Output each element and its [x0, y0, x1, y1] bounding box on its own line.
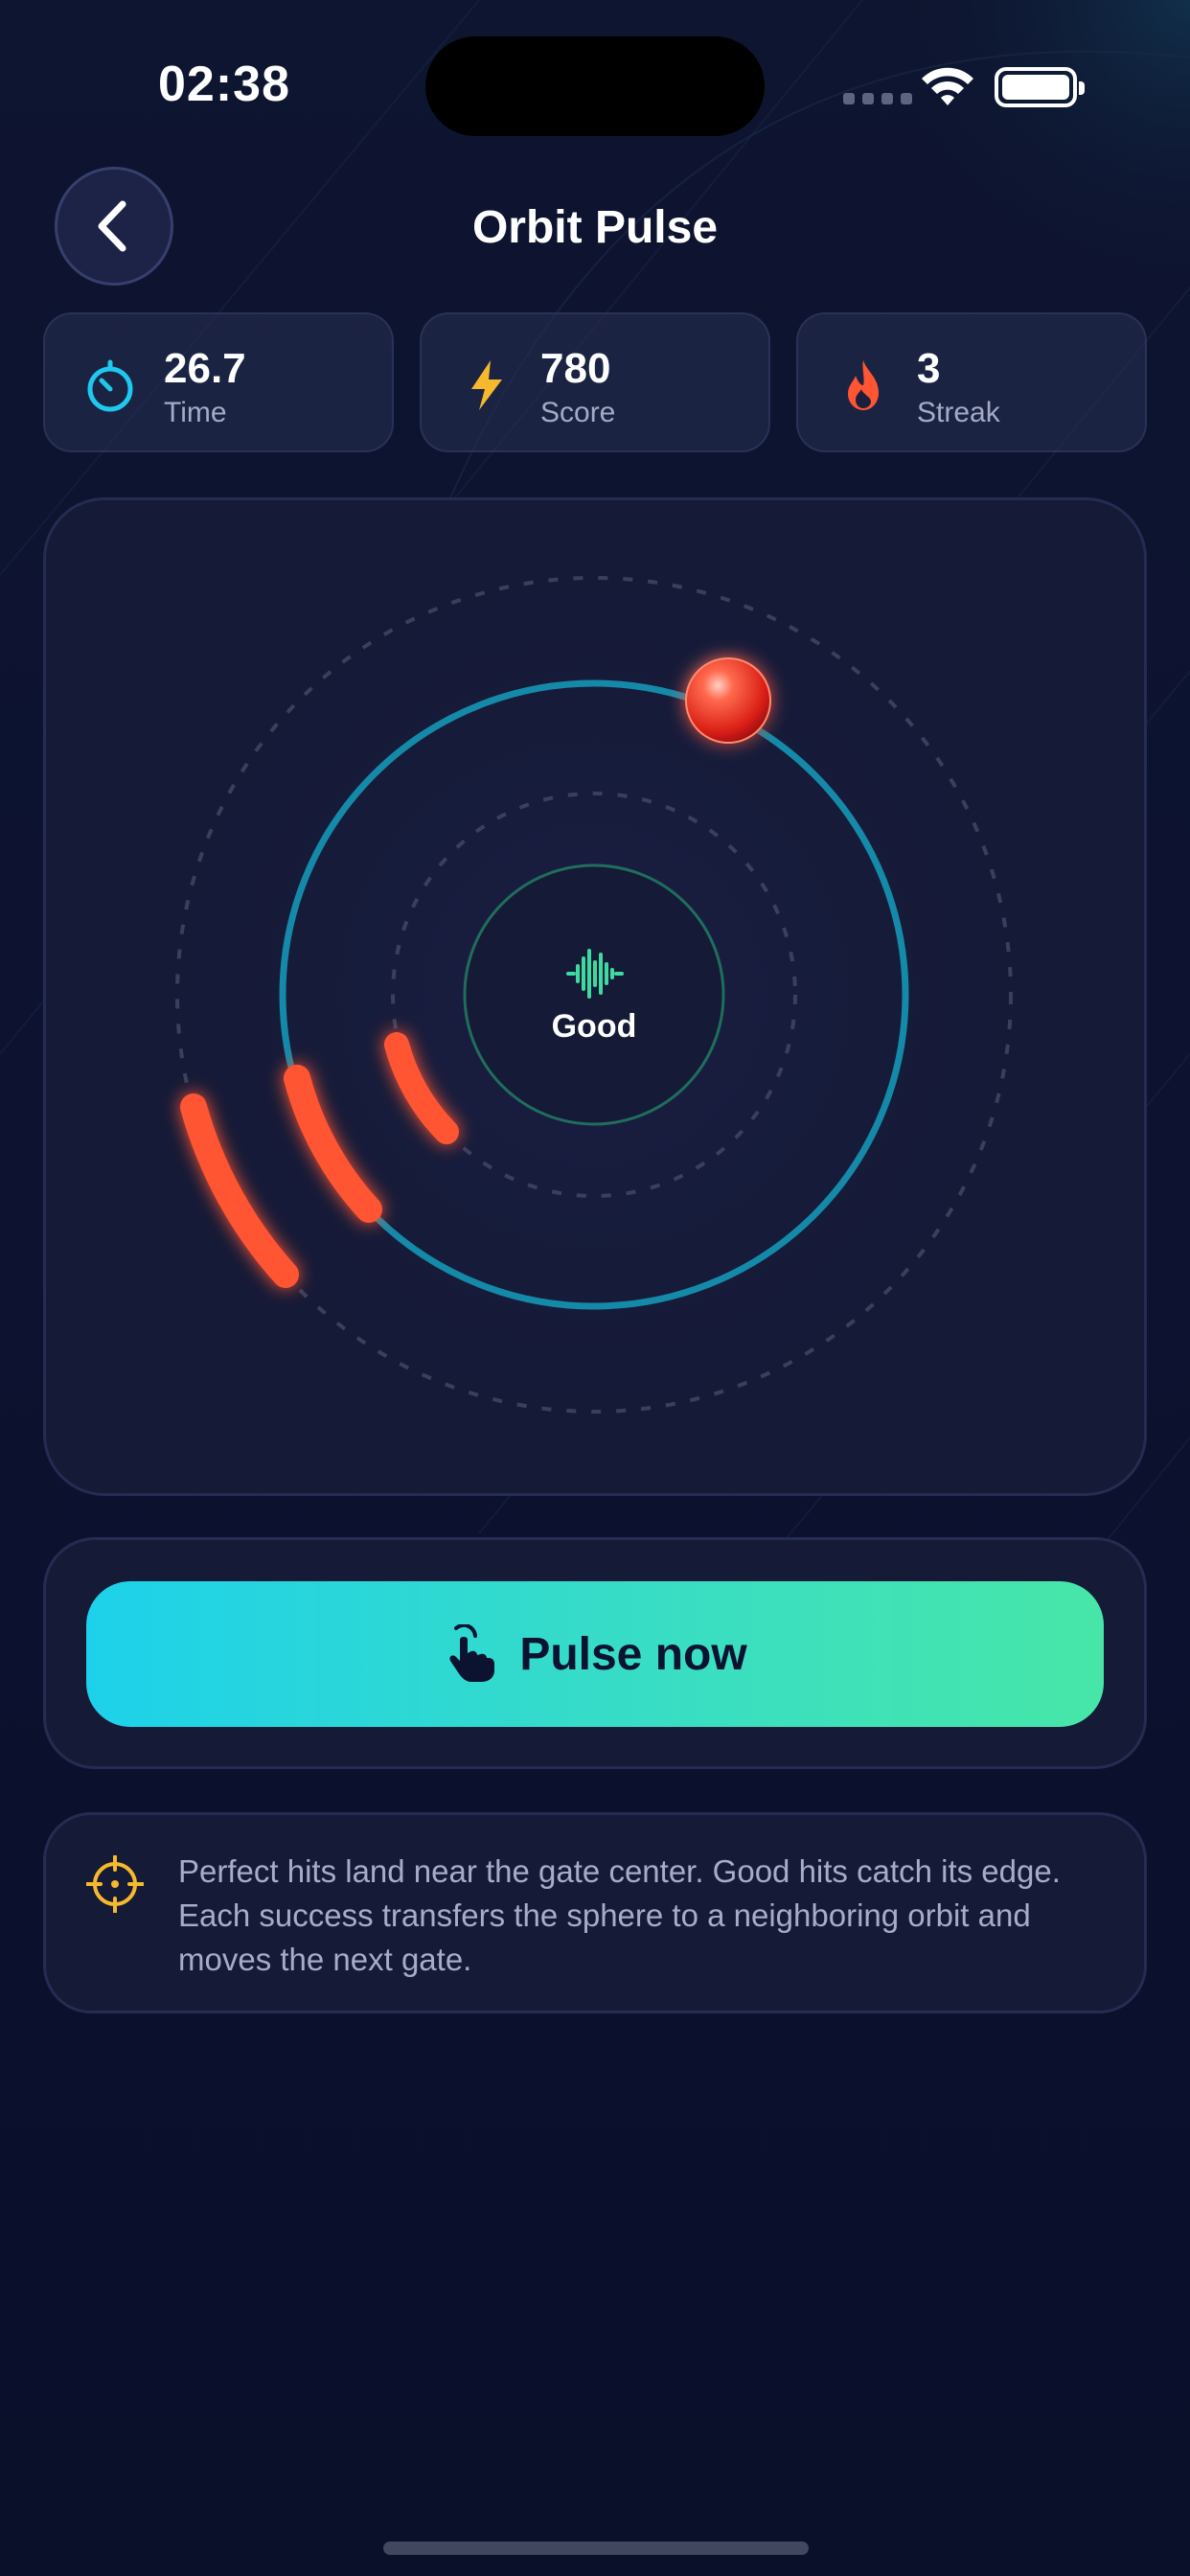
core-ring	[463, 863, 725, 1126]
pulse-button-label: Pulse now	[519, 1628, 747, 1680]
crosshair-icon	[86, 1855, 144, 1913]
hand-tap-icon	[449, 1624, 495, 1682]
tip-card: Perfect hits land near the gate center. …	[43, 1812, 1147, 2013]
orbit-field	[115, 516, 1073, 1474]
home-indicator[interactable]	[383, 2542, 809, 2555]
hit-feedback-label: Good	[551, 1008, 637, 1045]
orbit-sphere	[685, 657, 771, 744]
tip-text: Perfect hits land near the gate center. …	[178, 1853, 1061, 1977]
pulse-now-button[interactable]: Pulse now	[86, 1581, 1104, 1727]
